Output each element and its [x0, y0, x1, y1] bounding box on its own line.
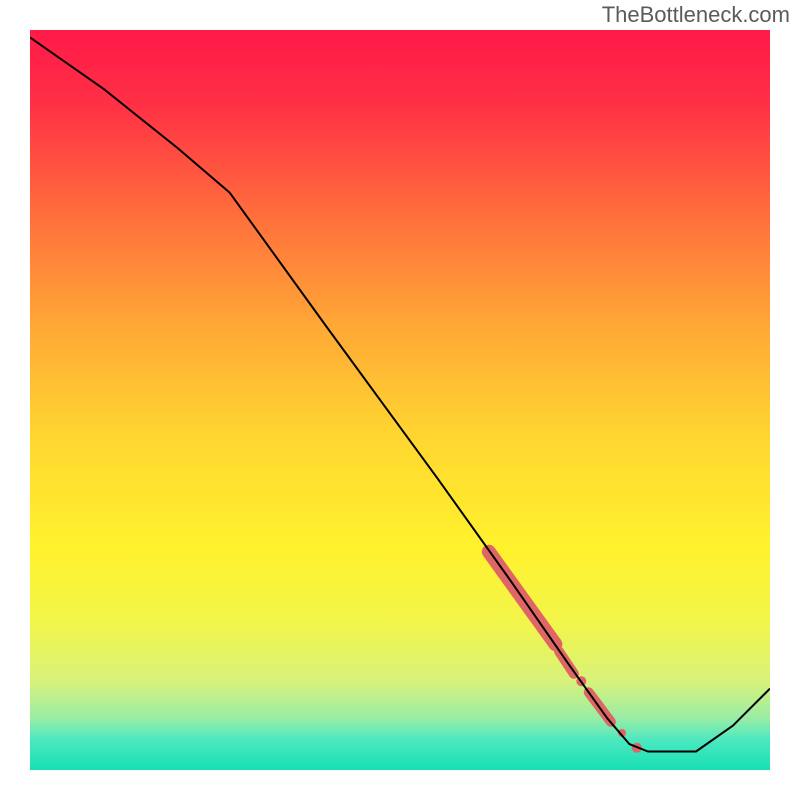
- plot-background: [30, 30, 770, 770]
- bottleneck-chart: [0, 0, 800, 800]
- chart-container: TheBottleneck.com: [0, 0, 800, 800]
- attribution-text: TheBottleneck.com: [602, 2, 790, 28]
